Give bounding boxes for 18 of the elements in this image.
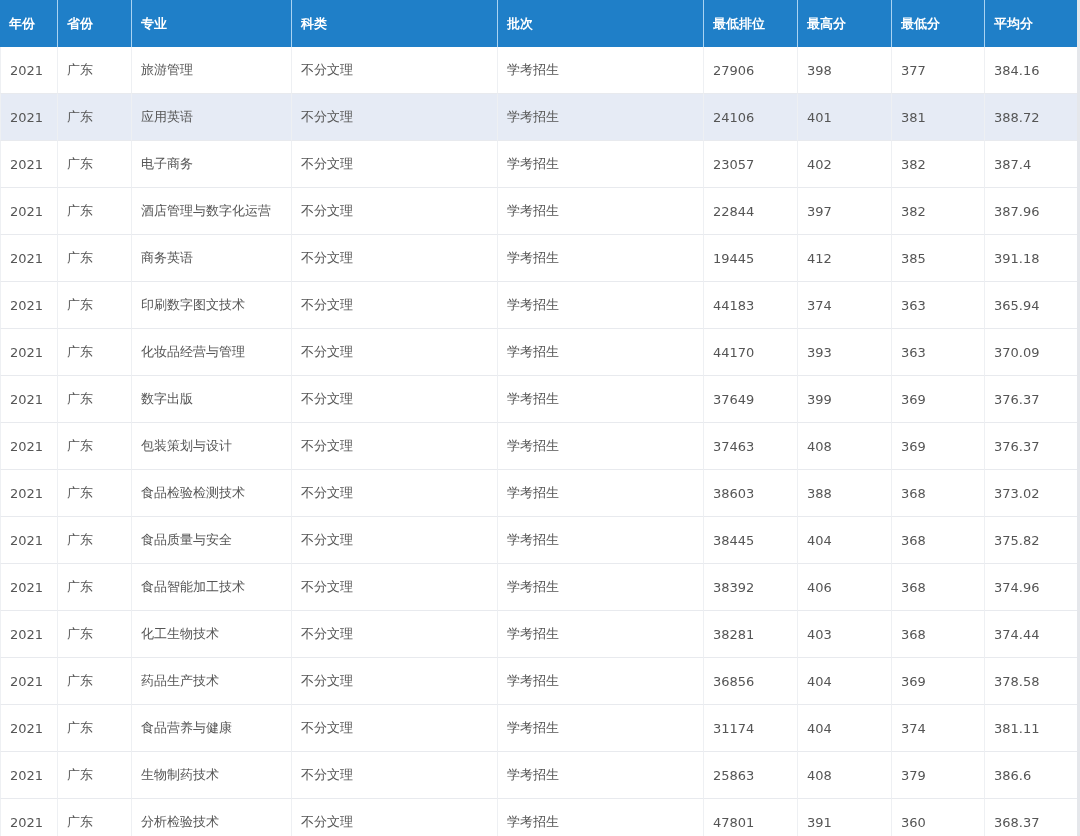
column-header: 批次 bbox=[497, 0, 703, 47]
table-cell: 360 bbox=[891, 799, 984, 836]
column-header: 省份 bbox=[57, 0, 131, 47]
column-header: 年份 bbox=[0, 0, 57, 47]
table-cell: 不分文理 bbox=[291, 799, 497, 836]
table-cell: 47801 bbox=[703, 799, 797, 836]
column-header: 最高分 bbox=[797, 0, 891, 47]
table-cell: 广东 bbox=[57, 799, 131, 836]
table-cell: 391 bbox=[797, 799, 891, 836]
table-cell: 分析检验技术 bbox=[131, 799, 291, 836]
table-cell: 2021 bbox=[0, 799, 57, 836]
column-header: 平均分 bbox=[984, 0, 1077, 47]
column-header: 最低排位 bbox=[703, 0, 797, 47]
column-header: 最低分 bbox=[891, 0, 984, 47]
column-header: 专业 bbox=[131, 0, 291, 47]
table-cell: 368.37 bbox=[984, 799, 1077, 836]
column-header: 科类 bbox=[291, 0, 497, 47]
table-cell: 学考招生 bbox=[497, 799, 703, 836]
